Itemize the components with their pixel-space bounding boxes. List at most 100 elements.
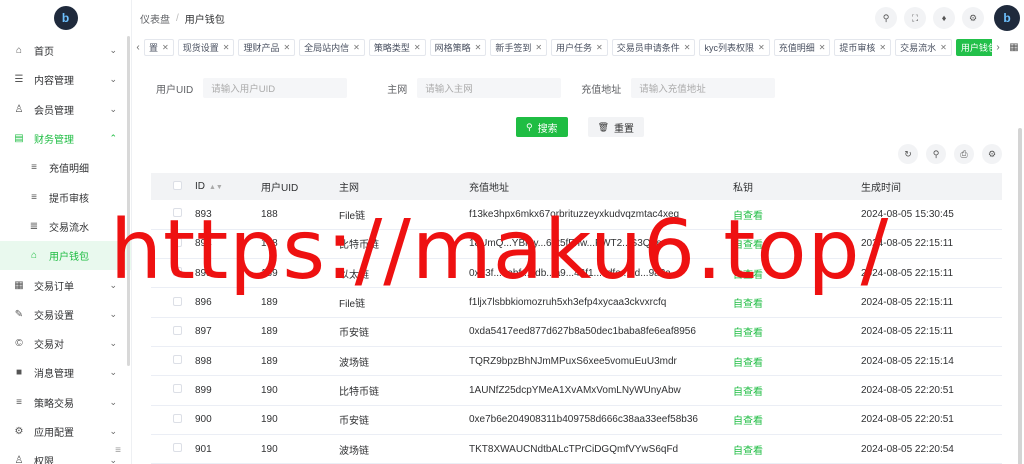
view-private-key-link[interactable]: 自查看 <box>733 259 861 288</box>
sidebar-item[interactable]: ♙ 权限 ⌄ <box>0 446 131 464</box>
breadcrumb-home[interactable]: 仪表盘 <box>140 11 170 26</box>
tab-label: 现货设置 <box>182 42 219 53</box>
network-label: 主网 <box>387 84 408 96</box>
close-icon[interactable]: ✕ <box>940 43 947 52</box>
tab[interactable]: 交易流水 ✕ <box>895 38 952 56</box>
search-button[interactable]: ⚲ 搜索 <box>516 117 568 137</box>
sidebar-item[interactable]: ♙ 会员管理 ⌄ <box>0 95 131 124</box>
tab[interactable]: 用户任务 ✕ <box>551 38 608 56</box>
logo[interactable]: b <box>53 6 78 30</box>
row-checkbox[interactable] <box>151 200 195 229</box>
view-private-key-link[interactable]: 自查看 <box>733 376 861 405</box>
refresh-icon[interactable]: ↻ <box>898 144 918 164</box>
sidebar-item[interactable]: ≣ 交易流水 <box>0 212 131 241</box>
view-private-key-link[interactable]: 自查看 <box>733 229 861 258</box>
gear-icon[interactable]: ⚙ <box>962 7 984 29</box>
grid-menu-icon[interactable]: ▦ <box>1004 42 1024 53</box>
table-row: 901 190 波场链 TKT8XWAUCNdtbALcTPrCiDGQmfVYwS6… <box>151 434 1002 464</box>
uid-input[interactable]: 请输入用户UID <box>203 78 348 98</box>
row-checkbox[interactable] <box>151 376 195 405</box>
sidebar-item[interactable]: © 交易对 ⌄ <box>0 329 131 358</box>
close-icon[interactable]: ✕ <box>819 43 826 52</box>
address-input[interactable]: 请输入充值地址 <box>631 78 776 98</box>
close-icon[interactable]: ✕ <box>879 43 886 52</box>
tab[interactable]: 理财产品 ✕ <box>238 38 296 56</box>
row-checkbox[interactable] <box>151 405 195 434</box>
tab[interactable]: 全局站内信 ✕ <box>299 38 365 56</box>
wallet-table: ID ▲▼ 用户UID 主网 充值地址 私钥 生成时间 893 188 File链 f1… <box>151 173 1002 464</box>
search-button-label: 搜索 <box>537 123 558 135</box>
avatar[interactable]: b <box>994 5 1020 31</box>
row-checkbox[interactable] <box>151 346 195 375</box>
tab[interactable]: 现货设置 ✕ <box>177 38 235 56</box>
select-all-checkbox[interactable] <box>151 173 195 200</box>
sidebar-item-label: 交易流水 <box>49 222 89 234</box>
tab[interactable]: 交易员申请条件 ✕ <box>611 38 696 56</box>
tab[interactable]: kyc列表权限 ✕ <box>699 38 770 56</box>
sidebar-item[interactable]: ⚙ 应用配置 ⌄ <box>0 417 131 446</box>
close-icon[interactable]: ✕ <box>596 43 603 52</box>
close-icon[interactable]: ✕ <box>283 43 290 52</box>
sidebar-item[interactable]: ⌂ 首页 ⌄ <box>0 36 131 65</box>
cell-id: 896 <box>195 297 212 309</box>
print-icon[interactable]: ⎙ <box>954 144 974 164</box>
chevron-left-icon[interactable]: ‹ <box>132 42 144 53</box>
close-icon[interactable]: ✕ <box>414 43 421 52</box>
sidebar-item[interactable]: ▤ 财务管理 ⌃ <box>0 124 131 153</box>
view-private-key-link[interactable]: 自查看 <box>733 288 861 317</box>
search-icon[interactable]: ⚲ <box>875 7 897 29</box>
bell-icon[interactable]: ♦ <box>933 7 955 29</box>
table-row: 897 189 币安链 0xda5417eed877d627b8a50dec1baba… <box>151 317 1002 347</box>
view-private-key-link[interactable]: 自查看 <box>733 317 861 346</box>
content-scrollbar[interactable] <box>1018 128 1022 464</box>
sidebar-item[interactable]: ≡ 策略交易 ⌄ <box>0 388 131 417</box>
tab[interactable]: 策略类型 ✕ <box>368 38 426 56</box>
tab-label: 充值明细 <box>778 42 815 53</box>
view-private-key-link[interactable]: 自查看 <box>733 346 861 375</box>
tab[interactable]: 网格策略 ✕ <box>429 38 487 56</box>
cell-uid: 189 <box>261 267 278 279</box>
sort-icon[interactable]: ▲▼ <box>209 184 223 191</box>
network-input[interactable]: 请输入主网 <box>417 78 562 98</box>
close-icon[interactable]: ✕ <box>223 43 230 52</box>
close-icon[interactable]: ✕ <box>353 43 360 52</box>
tab[interactable]: 置 ✕ <box>144 38 174 56</box>
cell-network: 比特币链 <box>339 240 379 252</box>
row-checkbox[interactable] <box>151 259 195 288</box>
close-icon[interactable]: ✕ <box>162 43 169 52</box>
row-checkbox[interactable] <box>151 434 195 463</box>
close-icon[interactable]: ✕ <box>475 43 482 52</box>
view-private-key-link[interactable]: 自查看 <box>733 200 861 229</box>
close-icon[interactable]: ✕ <box>535 43 542 52</box>
sidebar-scrollbar[interactable] <box>127 36 130 366</box>
close-icon[interactable]: ✕ <box>758 43 765 52</box>
tab[interactable]: 新手签到 ✕ <box>490 38 548 56</box>
tab[interactable]: 充值明细 ✕ <box>773 38 831 56</box>
sidebar-item[interactable]: ■ 消息管理 ⌄ <box>0 358 131 387</box>
sidebar-item[interactable]: ⌂ 用户钱包 <box>0 241 131 271</box>
breadcrumb-separator: / <box>176 12 179 24</box>
chevron-right-icon[interactable]: › <box>992 42 1004 53</box>
sidebar-item[interactable]: ≡ 充值明细 <box>0 153 131 182</box>
sidebar-item[interactable]: ≡ 提币审核 <box>0 182 131 211</box>
search-icon[interactable]: ⚲ <box>926 144 946 164</box>
reset-button[interactable]: 🗑 重置 <box>587 117 645 137</box>
sidebar-item[interactable]: ☰ 内容管理 ⌄ <box>0 65 131 94</box>
row-checkbox[interactable] <box>151 317 195 346</box>
tab[interactable]: 提币审核 ✕ <box>834 38 892 56</box>
collapse-menu-icon[interactable]: ≡ <box>115 445 121 456</box>
close-icon[interactable]: ✕ <box>684 43 691 52</box>
chevron-icon: ⌄ <box>109 103 117 114</box>
tab[interactable]: 用户钱包✕ <box>955 38 992 56</box>
fullscreen-icon[interactable]: ⛶ <box>904 7 926 29</box>
col-id[interactable]: ID ▲▼ <box>195 173 261 200</box>
user-icon: ♙ <box>14 103 24 115</box>
row-checkbox[interactable] <box>151 229 195 258</box>
sidebar-item[interactable]: ▦ 交易订单 ⌄ <box>0 270 131 299</box>
tab-label: 交易员申请条件 <box>616 42 680 53</box>
view-private-key-link[interactable]: 自查看 <box>733 405 861 434</box>
gear-icon[interactable]: ⚙ <box>982 144 1002 164</box>
row-checkbox[interactable] <box>151 288 195 317</box>
sidebar-item[interactable]: ✎ 交易设置 ⌄ <box>0 300 131 329</box>
view-private-key-link[interactable]: 自查看 <box>733 434 861 463</box>
